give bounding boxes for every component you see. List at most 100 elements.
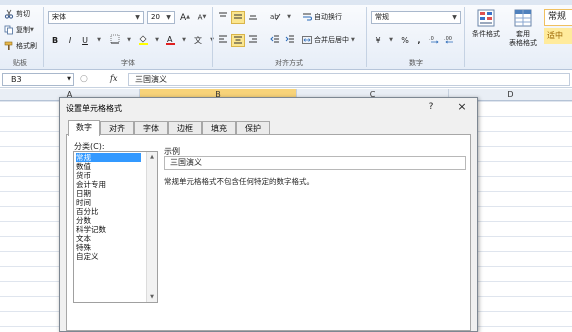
italic-button[interactable]: I [63, 34, 77, 47]
align-left-button[interactable] [216, 34, 230, 47]
svg-text:文: 文 [194, 35, 202, 45]
bold-button[interactable]: B [48, 34, 62, 47]
tab-number[interactable]: 数字 [68, 120, 100, 136]
align-middle-icon [234, 14, 242, 19]
font-name-value: 宋体 [52, 13, 66, 21]
category-fraction[interactable]: 分数 [76, 216, 91, 225]
number-format-combo[interactable]: 常规 ▼ [371, 11, 461, 24]
wrap-text-label: 自动换行 [314, 13, 342, 21]
grow-font-button[interactable]: A▲ [178, 11, 192, 24]
sample-preview: 三国演义 [164, 156, 466, 170]
group-separator [212, 7, 213, 67]
align-middle-button[interactable] [231, 11, 245, 24]
conditional-format-button[interactable]: 条件格式 [469, 8, 503, 58]
close-button[interactable]: × [454, 100, 470, 114]
cut-label: 剪切 [16, 10, 30, 18]
tab-border[interactable]: 边框 [168, 121, 202, 135]
ribbon: 剪切 复制▼ 格式刷 贴板 宋体 ▼ 20 ▼ A▲ A▼ B I U ▼ ▼ … [0, 0, 572, 70]
ribbon-top-strip [0, 0, 572, 5]
help-button[interactable]: ? [424, 100, 438, 114]
tab-font[interactable]: 字体 [134, 121, 168, 135]
format-painter-button[interactable]: 格式刷 [4, 40, 37, 52]
copy-button[interactable]: 复制▼ [4, 24, 34, 36]
align-left-icon [219, 35, 227, 43]
number-tab-panel: 分类(C): 常规 数值 货币 会计专用 日期 时间 百分比 分数 科学记数 文… [66, 134, 471, 331]
category-time[interactable]: 时间 [76, 198, 91, 207]
align-top-button[interactable] [216, 11, 230, 24]
border-button[interactable] [108, 34, 122, 47]
decrease-indent-icon [270, 35, 279, 43]
align-right-button[interactable] [246, 34, 260, 47]
currency-symbol: ¥ [375, 36, 381, 45]
fill-color-dropdown[interactable]: ▼ [150, 34, 164, 47]
decrease-decimal-button[interactable]: .00 [442, 34, 456, 47]
font-size-combo[interactable]: 20 ▼ [147, 11, 175, 24]
increase-indent-button[interactable] [283, 34, 297, 47]
percent-button[interactable]: % [398, 34, 412, 47]
category-currency[interactable]: 货币 [76, 171, 91, 180]
wrap-text-button[interactable]: 自动换行 [302, 11, 342, 23]
orientation-dropdown[interactable]: ▼ [282, 11, 296, 24]
underline-button[interactable]: U [78, 34, 92, 47]
style-medium[interactable]: 适中 [544, 28, 572, 44]
category-accounting[interactable]: 会计专用 [76, 180, 106, 189]
svg-text:.00: .00 [444, 36, 452, 42]
orientation-icon: ab [270, 13, 280, 21]
category-general[interactable]: 常规 [76, 153, 141, 162]
category-number[interactable]: 数值 [76, 162, 91, 171]
category-scrollbar[interactable]: ▲ ▼ [146, 152, 157, 302]
font-color-button[interactable]: A [163, 34, 177, 47]
category-scientific[interactable]: 科学记数 [76, 225, 106, 234]
chevron-down-icon[interactable]: ▼ [450, 12, 459, 23]
align-right-icon [249, 35, 257, 43]
formula-input[interactable]: 三国演义 [128, 73, 570, 86]
copy-icon [4, 25, 14, 35]
chevron-down-icon: ▼ [155, 37, 159, 43]
comma-style-button[interactable]: , [412, 34, 426, 47]
chevron-down-icon: ▼ [97, 37, 101, 43]
orientation-button[interactable]: ab [268, 11, 282, 24]
align-top-icon [219, 12, 227, 17]
merge-center-button[interactable]: 合并后居中 ▼ [302, 34, 355, 46]
align-center-button[interactable] [231, 34, 245, 47]
chevron-down-icon[interactable]: ▼ [67, 74, 71, 85]
category-percentage[interactable]: 百分比 [76, 207, 99, 216]
underline-dropdown[interactable]: ▼ [92, 34, 106, 47]
svg-text:.0: .0 [429, 36, 434, 42]
alignment-group-label: 对齐方式 [275, 59, 303, 67]
font-color-dropdown[interactable]: ▼ [177, 34, 191, 47]
font-name-combo[interactable]: 宋体 ▼ [48, 11, 144, 24]
font-group-label: 字体 [121, 59, 135, 67]
style-normal[interactable]: 常规 [544, 9, 572, 26]
fill-color-button[interactable] [136, 34, 150, 47]
chevron-down-icon[interactable]: ▼ [164, 12, 173, 23]
tab-protection[interactable]: 保护 [236, 121, 270, 135]
border-dropdown[interactable]: ▼ [122, 34, 136, 47]
category-date[interactable]: 日期 [76, 189, 91, 198]
chevron-down-icon[interactable]: ▼ [133, 12, 142, 23]
table-format-button[interactable]: 套用 表格格式 [505, 8, 541, 58]
phonetic-button[interactable]: 文 [192, 34, 206, 47]
category-text[interactable]: 文本 [76, 234, 91, 243]
chevron-down-icon: ▼ [30, 27, 34, 33]
shrink-font-button[interactable]: A▼ [195, 11, 209, 24]
currency-button[interactable]: ¥ [371, 34, 385, 47]
name-box[interactable]: B3 ▼ [2, 73, 74, 86]
align-bottom-button[interactable] [246, 11, 260, 24]
category-list[interactable]: 常规 数值 货币 会计专用 日期 时间 百分比 分数 科学记数 文本 特殊 自定… [73, 151, 158, 303]
tab-alignment[interactable]: 对齐 [100, 121, 134, 135]
currency-dropdown[interactable]: ▼ [384, 34, 398, 47]
tab-fill[interactable]: 填充 [202, 121, 236, 135]
up-arrow-icon: ▲ [186, 14, 191, 20]
decrease-indent-button[interactable] [268, 34, 282, 47]
cut-button[interactable]: 剪切 [4, 8, 30, 20]
increase-decimal-button[interactable]: .0 [427, 34, 441, 47]
format-cells-dialog: 设置单元格格式 ? × 数字 对齐 字体 边框 填充 保护 分类(C): 常规 … [59, 97, 478, 332]
scroll-down-icon[interactable]: ▼ [147, 292, 157, 302]
scroll-up-icon[interactable]: ▲ [147, 152, 157, 162]
category-special[interactable]: 特殊 [76, 243, 91, 252]
chevron-down-icon: ▼ [389, 37, 393, 43]
category-custom[interactable]: 自定义 [76, 252, 99, 261]
align-bottom-icon [249, 15, 257, 20]
fx-icon[interactable]: fx [110, 74, 117, 83]
